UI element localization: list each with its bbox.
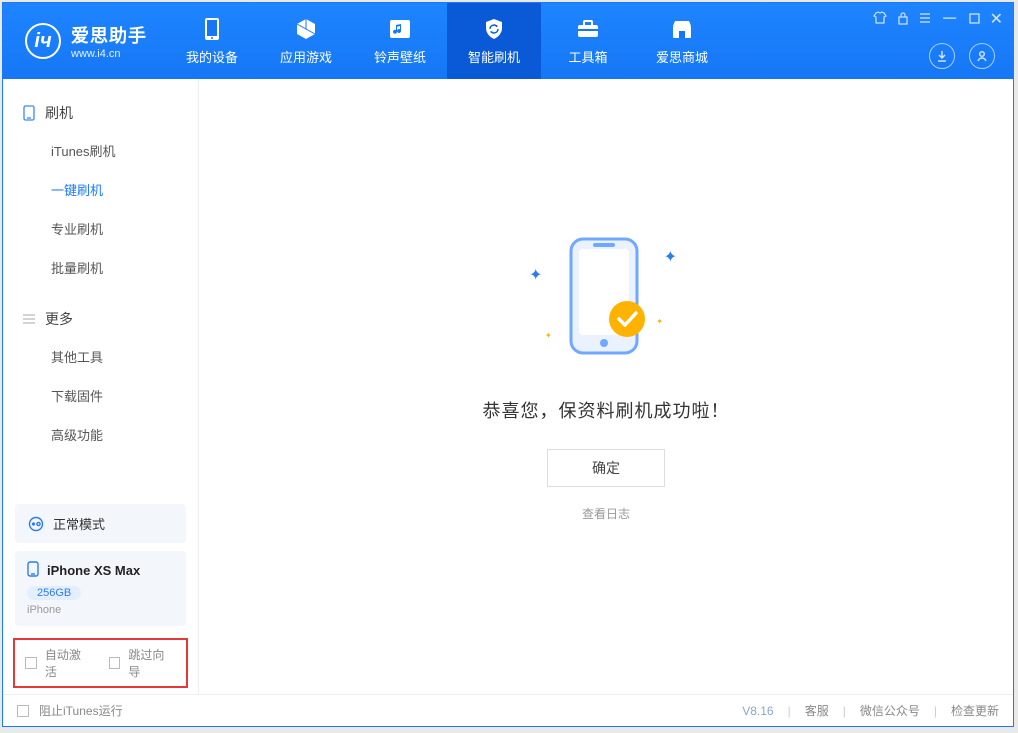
toolbox-icon	[574, 16, 602, 42]
sparkle-icon: ✦	[656, 317, 663, 326]
tab-label: 铃声壁纸	[374, 47, 426, 66]
checkbox-icon	[25, 657, 37, 669]
footer-link-wechat[interactable]: 微信公众号	[860, 702, 920, 719]
sidebar-group-more: 更多	[3, 301, 198, 337]
tab-label: 爱思商城	[656, 47, 708, 66]
tab-my-device[interactable]: 我的设备	[165, 3, 259, 79]
sidebar-item-advanced[interactable]: 高级功能	[3, 415, 198, 454]
sparkle-icon: ✦	[529, 265, 542, 285]
sidebar-group-label: 刷机	[45, 103, 73, 123]
app-window: iч 爱思助手 www.i4.cn 我的设备 应用游戏	[2, 2, 1014, 727]
device-panel: 正常模式 iPhone XS Max 256GB iPhone	[3, 494, 198, 630]
footer-link-service[interactable]: 客服	[805, 702, 829, 719]
device-type: iPhone	[27, 604, 174, 616]
footer-link-update[interactable]: 检查更新	[951, 702, 999, 719]
device-mode-label: 正常模式	[53, 514, 105, 533]
logo: iч 爱思助手 www.i4.cn	[3, 3, 165, 79]
footer: 阻止iTunes运行 V8.16 | 客服 | 微信公众号 | 检查更新	[3, 694, 1013, 726]
device-mode-card[interactable]: 正常模式	[15, 504, 186, 543]
sidebar-item-other-tools[interactable]: 其他工具	[3, 337, 198, 376]
device-info-card[interactable]: iPhone XS Max 256GB iPhone	[15, 551, 186, 626]
header: iч 爱思助手 www.i4.cn 我的设备 应用游戏	[3, 3, 1013, 79]
checkbox-auto-activate[interactable]: 自动激活	[25, 646, 93, 680]
sparkle-icon: ✦	[545, 331, 552, 340]
header-actions	[929, 43, 995, 69]
cube-icon	[292, 16, 320, 42]
device-name: iPhone XS Max	[47, 563, 140, 578]
mode-icon	[27, 515, 45, 533]
tab-toolbox[interactable]: 工具箱	[541, 3, 635, 79]
close-button[interactable]: ✕	[990, 9, 1003, 29]
tab-label: 我的设备	[186, 47, 238, 66]
phone-icon	[21, 105, 37, 121]
checkbox-label: 阻止iTunes运行	[39, 702, 123, 719]
tab-label: 智能刷机	[468, 47, 520, 66]
checkbox-icon	[109, 657, 121, 669]
body: 刷机 iTunes刷机 一键刷机 专业刷机 批量刷机 更多 其他工具 下载固件 …	[3, 79, 1013, 694]
sidebar-group-label: 更多	[45, 309, 73, 329]
view-log-link[interactable]: 查看日志	[582, 505, 630, 522]
top-tabs: 我的设备 应用游戏 铃声壁纸 智能刷机	[165, 3, 729, 79]
success-message: 恭喜您，保资料刷机成功啦！	[483, 397, 730, 423]
user-button[interactable]	[969, 43, 995, 69]
success-illustration: ✦ ✦ ✦ ✦	[511, 221, 701, 371]
separator: |	[934, 704, 937, 718]
sparkle-icon: ✦	[664, 247, 677, 267]
version-label: V8.16	[742, 704, 773, 718]
list-icon	[21, 311, 37, 327]
app-name: 爱思助手	[71, 22, 147, 48]
sidebar: 刷机 iTunes刷机 一键刷机 专业刷机 批量刷机 更多 其他工具 下载固件 …	[3, 79, 199, 694]
sidebar-group-flash: 刷机	[3, 95, 198, 131]
lock-icon[interactable]	[897, 11, 909, 28]
device-storage-badge: 256GB	[27, 586, 81, 600]
checkbox-icon	[17, 705, 29, 717]
menu-icon[interactable]	[919, 11, 931, 27]
checkbox-label: 跳过向导	[128, 646, 176, 680]
app-subtitle: www.i4.cn	[71, 48, 147, 60]
logo-text: 爱思助手 www.i4.cn	[71, 22, 147, 60]
tab-label: 应用游戏	[280, 47, 332, 66]
success-panel: ✦ ✦ ✦ ✦ 恭喜您，保资料刷机成功啦！ 确定 查看日志	[483, 221, 730, 522]
tab-store[interactable]: 爱思商城	[635, 3, 729, 79]
checkbox-label: 自动激活	[45, 646, 93, 680]
logo-icon: iч	[25, 23, 61, 59]
sidebar-item-batch-flash[interactable]: 批量刷机	[3, 248, 198, 287]
download-button[interactable]	[929, 43, 955, 69]
checkbox-block-itunes[interactable]: 阻止iTunes运行	[17, 702, 123, 719]
sidebar-item-download-firmware[interactable]: 下载固件	[3, 376, 198, 415]
tab-smart-flash[interactable]: 智能刷机	[447, 3, 541, 79]
window-controls-top: － ✕	[873, 9, 1003, 29]
tab-ringtones[interactable]: 铃声壁纸	[353, 3, 447, 79]
ok-button[interactable]: 确定	[547, 449, 665, 487]
flash-options-row: 自动激活 跳过向导	[13, 638, 188, 688]
separator: |	[788, 704, 791, 718]
sidebar-scroll: 刷机 iTunes刷机 一键刷机 专业刷机 批量刷机 更多 其他工具 下载固件 …	[3, 79, 198, 494]
device-icon	[198, 16, 226, 42]
minimize-button[interactable]: －	[941, 14, 959, 24]
sidebar-item-itunes-flash[interactable]: iTunes刷机	[3, 131, 198, 170]
music-folder-icon	[386, 16, 414, 42]
sidebar-item-pro-flash[interactable]: 专业刷机	[3, 209, 198, 248]
tab-label: 工具箱	[568, 47, 607, 66]
checkbox-skip-guide[interactable]: 跳过向导	[109, 646, 177, 680]
tab-apps[interactable]: 应用游戏	[259, 3, 353, 79]
phone-check-icon	[561, 231, 651, 361]
store-icon	[668, 16, 696, 42]
refresh-shield-icon	[480, 16, 508, 42]
separator: |	[843, 704, 846, 718]
main-content: ✦ ✦ ✦ ✦ 恭喜您，保资料刷机成功啦！ 确定 查看日志	[199, 79, 1013, 694]
maximize-button[interactable]	[969, 11, 980, 27]
tshirt-icon[interactable]	[873, 11, 887, 28]
device-phone-icon	[27, 561, 39, 580]
sidebar-item-oneclick-flash[interactable]: 一键刷机	[3, 170, 198, 209]
